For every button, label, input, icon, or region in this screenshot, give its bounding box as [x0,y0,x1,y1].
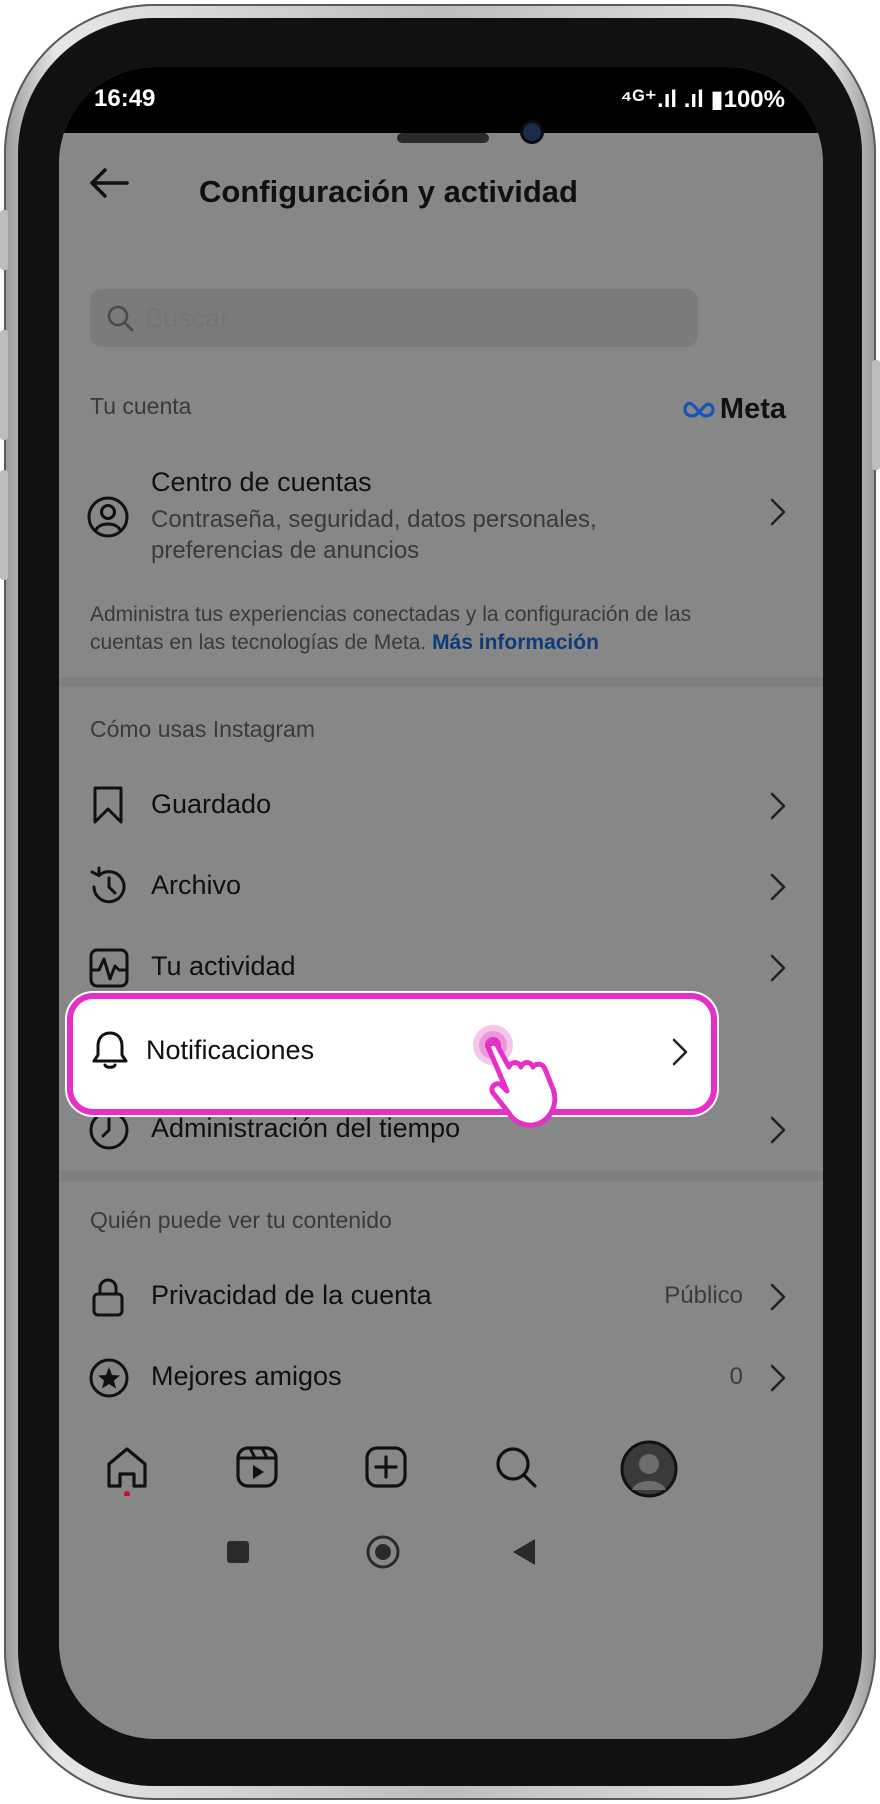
chevron-right-icon [770,1116,786,1144]
archive-history-icon [90,866,126,904]
notifications-highlight[interactable]: Notificaciones [67,993,717,1115]
section-label-visibility: Quién puede ver tu contenido [90,1207,392,1233]
search-bar[interactable] [90,289,698,347]
bookmark-icon [93,786,123,824]
section-label-account: Tu cuenta [90,393,192,419]
status-bar: 16:49 ⁴ᴳ⁺.ıl .ıl ▮100% [59,67,823,133]
privacy-value: Público [664,1282,743,1309]
star-circle-icon [89,1358,129,1398]
row-close-friends[interactable]: Mejores amigos 0 [59,1337,823,1417]
reels-icon[interactable] [234,1444,280,1490]
back-button-icon[interactable] [511,1537,537,1567]
meta-infinity-icon [683,401,715,418]
chevron-right-icon [770,954,786,982]
status-time: 16:49 [94,85,156,112]
volume-button [0,470,8,580]
row-label: Tu actividad [151,951,296,981]
page-title: Configuración y actividad [199,174,578,209]
volume-button [0,210,8,270]
speaker-grille [397,133,489,143]
clock-icon [89,1110,129,1150]
back-arrow-icon[interactable] [89,167,129,199]
create-icon[interactable] [363,1444,409,1490]
search-icon [107,305,134,332]
user-circle-icon [87,496,129,538]
row-archive[interactable]: Archivo [59,846,823,926]
chevron-right-icon [770,498,786,526]
home-icon[interactable] [103,1444,151,1496]
bell-icon [92,1031,128,1069]
profile-avatar[interactable] [620,1440,678,1498]
section-label-usage: Cómo usas Instagram [90,716,315,742]
account-center-title: Centro de cuentas [151,467,372,497]
lock-icon [92,1278,124,1317]
row-label: Privacidad de la cuenta [151,1280,432,1310]
section-divider [59,1171,823,1181]
chevron-right-icon [672,1038,688,1066]
chevron-right-icon [770,1364,786,1392]
row-label: Administración del tiempo [151,1113,461,1143]
volume-button [0,330,8,440]
row-label: Archivo [151,870,242,900]
bottom-navigation [59,1428,823,1512]
chevron-right-icon [770,1283,786,1311]
search-input[interactable] [145,289,645,347]
status-indicators: ⁴ᴳ⁺.ıl .ıl ▮100% [620,86,785,113]
row-label-notifications: Notificaciones [146,1035,315,1065]
row-label: Guardado [151,789,272,819]
close-friends-count: 0 [729,1363,743,1390]
header: Configuración y actividad [59,133,823,233]
app-screen: 16:49 ⁴ᴳ⁺.ıl .ıl ▮100% Configuración y a… [59,67,823,1739]
row-account-privacy[interactable]: Privacidad de la cuenta Público [59,1256,823,1336]
recents-button-icon[interactable] [227,1541,249,1563]
front-camera [523,123,541,141]
row-label: Mejores amigos [151,1361,342,1391]
info-description: Administra tus experiencias conectadas y… [90,603,692,654]
search-icon[interactable] [493,1444,539,1490]
home-button-icon[interactable] [365,1534,401,1570]
meta-text: Meta [719,393,786,425]
row-saved[interactable]: Guardado [59,765,823,845]
section-divider [59,677,823,687]
system-navigation-bar [59,1517,823,1587]
chevron-right-icon [770,792,786,820]
chevron-right-icon [770,873,786,901]
account-center-row[interactable]: Centro de cuentas Contraseña, seguridad,… [59,449,823,569]
account-center-subtitle: Contraseña, seguridad, datos personales,… [151,506,597,564]
account-info-text: Administra tus experiencias conectadas y… [90,601,710,657]
meta-logo: Meta [682,393,786,426]
activity-icon [89,948,129,988]
more-info-link[interactable]: Más información [432,631,599,654]
tap-hand-icon [473,1025,558,1128]
power-button [872,360,880,470]
